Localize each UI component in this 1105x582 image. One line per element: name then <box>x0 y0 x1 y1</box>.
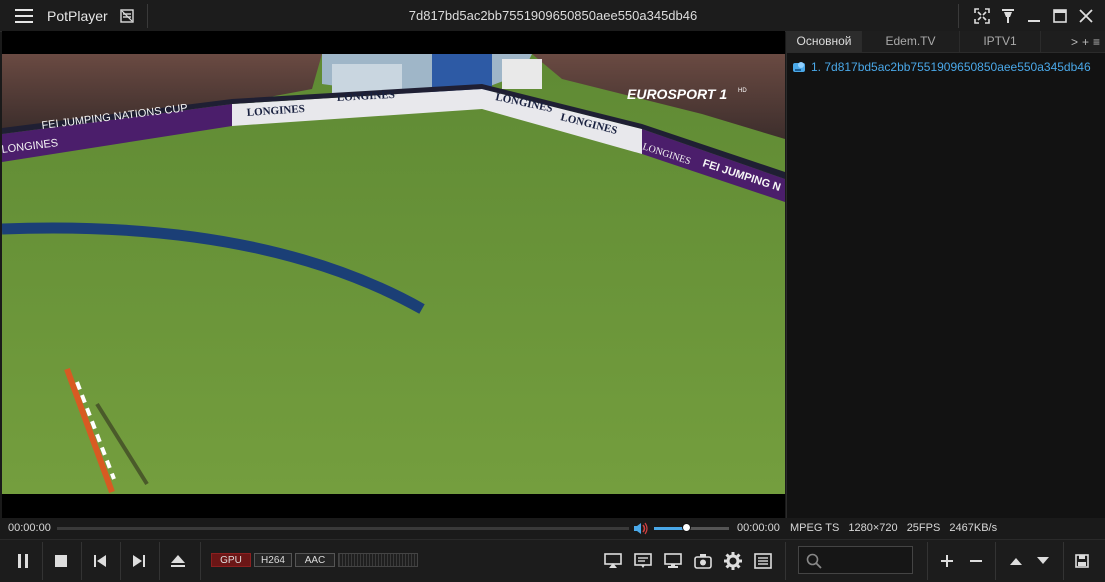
info-fps: 25FPS <box>906 522 941 534</box>
control-bar: GPU H264 AAC <box>0 539 1105 582</box>
elapsed-time: 00:00:00 <box>8 522 51 534</box>
tab-menu-icon[interactable]: ≡ <box>1093 35 1100 49</box>
video-area[interactable]: FEI JUMPING NATIONS CUP LONGINES LONGINE… <box>2 31 785 518</box>
speaker-icon[interactable] <box>633 522 649 535</box>
eject-icon[interactable] <box>163 540 193 582</box>
volume-knob[interactable] <box>681 523 691 532</box>
total-time: 00:00:00 <box>737 522 780 534</box>
app-name: PotPlayer <box>47 7 108 24</box>
search-icon <box>806 553 822 569</box>
info-container: MPEG TS <box>790 522 840 534</box>
tab-iptv1[interactable]: IPTV1 <box>960 31 1041 52</box>
audio-level-meter <box>338 553 418 567</box>
channel-logo: EUROSPORT 1 <box>627 86 727 102</box>
up-icon[interactable] <box>1004 540 1028 582</box>
minus-icon[interactable] <box>964 540 988 582</box>
fullscreen-icon[interactable] <box>971 5 993 27</box>
video-codec-badge[interactable]: H264 <box>254 553 292 567</box>
channel-logo-suffix: HD <box>738 88 747 94</box>
close-icon[interactable] <box>1075 5 1097 27</box>
previous-icon[interactable] <box>85 540 115 582</box>
tab-main[interactable]: Основной <box>787 31 862 52</box>
playlist-item-label: 1. 7d817bd5ac2bb7551909650850aee550a345d… <box>811 60 1091 74</box>
search-input[interactable] <box>798 546 913 574</box>
save-icon[interactable] <box>1070 540 1094 582</box>
next-icon[interactable] <box>124 540 154 582</box>
maximize-icon[interactable] <box>1049 5 1071 27</box>
stop-icon[interactable] <box>46 540 76 582</box>
list-icon[interactable] <box>750 540 776 582</box>
gpu-badge[interactable]: GPU <box>211 553 251 567</box>
subtitles-icon[interactable] <box>630 540 656 582</box>
info-bitrate: 2467KB/s <box>949 522 998 534</box>
gear-icon[interactable] <box>720 540 746 582</box>
stream-info: MPEG TS 1280×720 25FPS 2467KB/s <box>786 518 1105 539</box>
playlist-item[interactable]: 1. 7d817bd5ac2bb7551909650850aee550a345d… <box>787 57 1105 77</box>
volume-slider[interactable] <box>654 523 729 532</box>
down-icon[interactable] <box>1031 540 1055 582</box>
pin-icon[interactable] <box>997 5 1019 27</box>
monitor-icon[interactable] <box>660 540 686 582</box>
tab-scroll-icon[interactable]: > <box>1071 35 1078 49</box>
context-icon[interactable] <box>120 8 134 23</box>
tab-edem-tv[interactable]: Edem.TV <box>862 31 960 52</box>
capture-icon[interactable] <box>690 540 716 582</box>
stream-icon <box>793 62 805 72</box>
volume-fill <box>654 527 686 530</box>
window-title: 7d817bd5ac2bb7551909650850aee550a345db46 <box>408 8 698 23</box>
minimize-icon[interactable] <box>1023 5 1045 27</box>
audio-codec-badge[interactable]: AAC <box>295 553 335 567</box>
airplay-icon[interactable] <box>600 540 626 582</box>
title-bar: PotPlayer 7d817bd5ac2bb7551909650850aee5… <box>0 0 1105 32</box>
info-resolution: 1280×720 <box>848 522 898 534</box>
add-tab-icon[interactable]: + <box>1082 35 1089 49</box>
play-pause-icon[interactable] <box>8 540 38 582</box>
playlist-panel: Основной Edem.TV IPTV1 > + ≡ 1. 7d817bd5… <box>786 31 1105 518</box>
menu-icon[interactable] <box>15 8 33 23</box>
plus-icon[interactable] <box>935 540 959 582</box>
seek-row: 00:00:00 00:00:00 <box>0 518 786 539</box>
video-frame: FEI JUMPING NATIONS CUP LONGINES LONGINE… <box>2 54 785 494</box>
seek-bar[interactable] <box>57 527 629 530</box>
